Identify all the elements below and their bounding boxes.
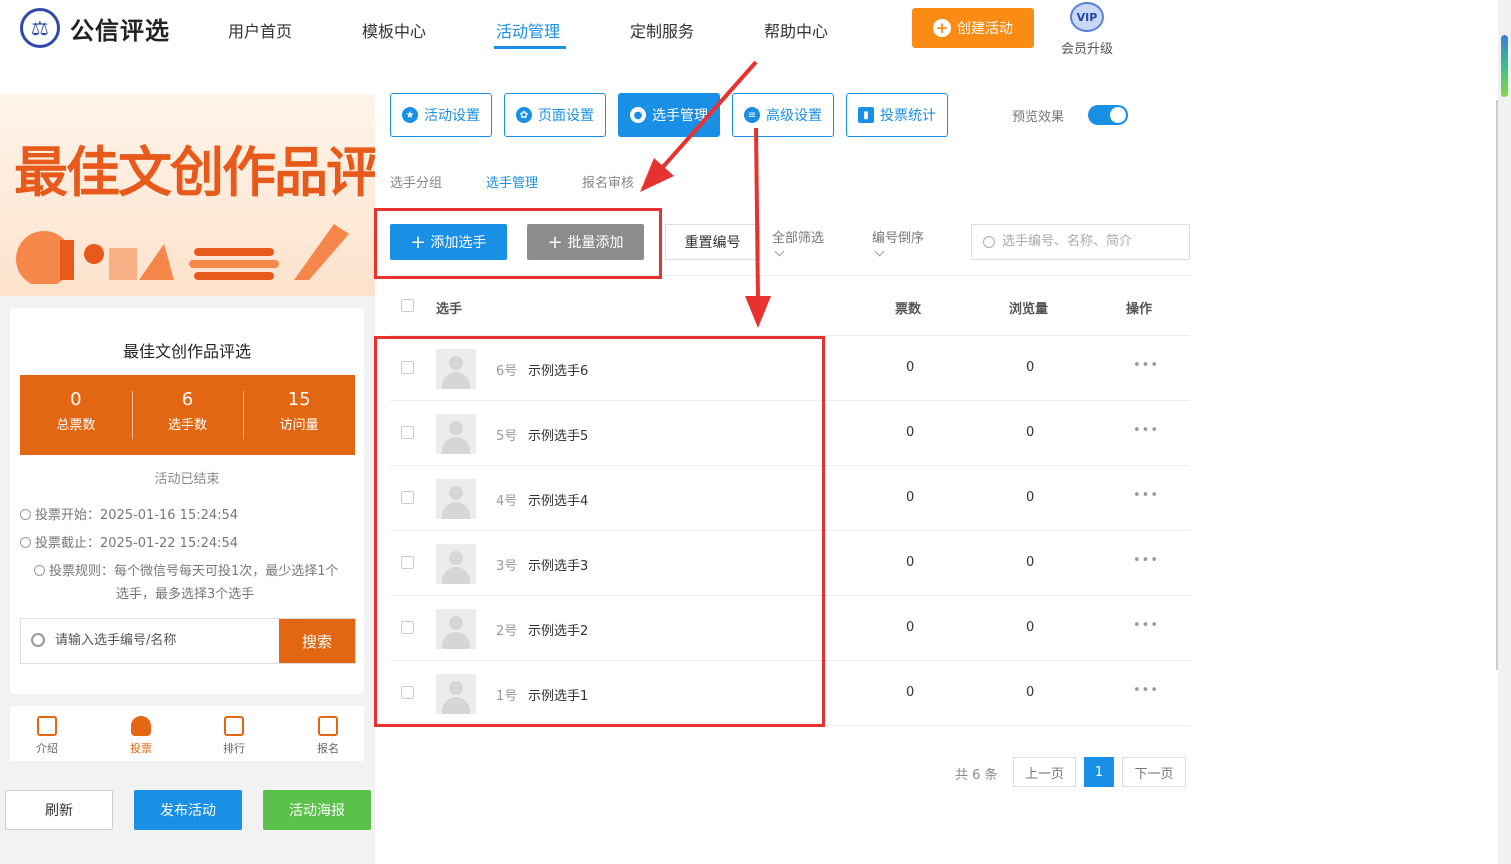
annotation-arrow-list bbox=[745, 127, 771, 328]
page: ⚖ 公信评选 用户首页 模板中心 活动管理 定制服务 帮助中心 + 创建活动 V… bbox=[0, 0, 1511, 864]
annotation-arrow-subtab bbox=[640, 60, 758, 192]
annotation-arrows bbox=[640, 60, 771, 328]
